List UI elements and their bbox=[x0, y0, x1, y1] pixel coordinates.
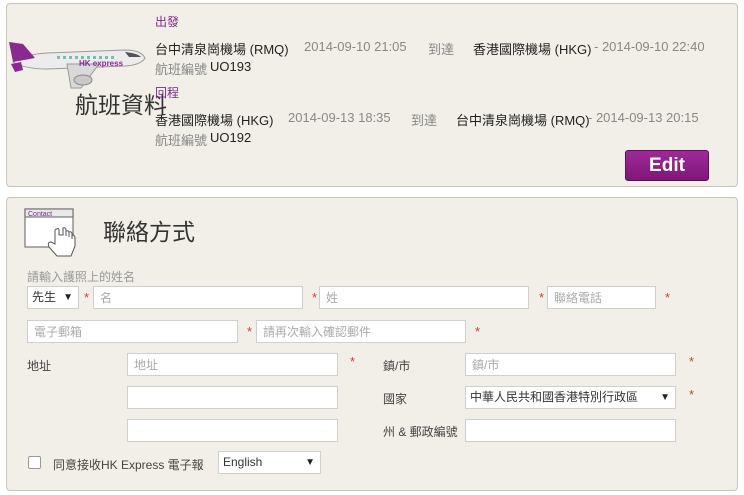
required-mark: * bbox=[475, 324, 481, 339]
return-arrive-time: - 2014-09-13 20:15 bbox=[588, 110, 699, 125]
outbound-from: 台中清泉崗機場 (RMQ) bbox=[155, 42, 289, 57]
return-to: 台中清泉崗機場 (RMQ) bbox=[456, 113, 590, 128]
dropdown-arrow-icon: ▼ bbox=[660, 392, 670, 403]
state-zip-input[interactable] bbox=[465, 419, 676, 442]
required-mark: * bbox=[350, 354, 356, 369]
email-input[interactable] bbox=[27, 320, 238, 343]
required-mark: * bbox=[247, 324, 253, 339]
required-mark: * bbox=[84, 290, 90, 305]
outbound-arrive-time: - 2014-09-10 22:40 bbox=[594, 39, 705, 54]
city-input[interactable] bbox=[465, 353, 676, 376]
city-label: 鎮/市 bbox=[383, 359, 411, 373]
return-from: 香港國際機場 (HKG) bbox=[155, 113, 274, 128]
first-name-input[interactable] bbox=[93, 286, 303, 309]
newsletter-checkbox[interactable] bbox=[28, 456, 41, 469]
country-select[interactable]: 中華人民共和國香港特別行政區 ▼ bbox=[465, 386, 676, 409]
outbound-to: 香港國際機場 (HKG) bbox=[473, 42, 592, 57]
address-line3-input[interactable] bbox=[127, 419, 338, 442]
return-depart-time: 2014-09-13 18:35 bbox=[288, 110, 391, 125]
outbound-flight-no-label: 航班編號 bbox=[155, 62, 208, 77]
required-mark: * bbox=[689, 387, 695, 402]
language-select[interactable]: English ▼ bbox=[218, 451, 321, 474]
outbound-label: 出發 bbox=[155, 15, 180, 29]
return-flight-no: UO192 bbox=[210, 130, 252, 145]
hk-express-plane-icon: HK express bbox=[9, 42, 146, 89]
outbound-arrive-label: 到達 bbox=[428, 42, 455, 57]
language-select-value: English bbox=[223, 455, 263, 469]
required-mark: * bbox=[539, 290, 545, 305]
country-label: 國家 bbox=[383, 392, 408, 406]
country-select-value: 中華人民共和國香港特別行政區 bbox=[470, 390, 639, 404]
flight-info-panel: HK express 航班資料 出發 台中清泉崗機場 (RMQ) 2014-09… bbox=[6, 3, 738, 187]
address-label: 地址 bbox=[27, 359, 52, 373]
contact-icon-label: Contact bbox=[28, 211, 52, 218]
plane-logo-text: HK express bbox=[79, 59, 124, 68]
title-select-value: 先生 bbox=[32, 290, 57, 304]
contact-hand-icon: Contact bbox=[24, 208, 76, 257]
address-line2-input[interactable] bbox=[127, 386, 338, 409]
required-mark: * bbox=[312, 290, 318, 305]
newsletter-label: 同意接收HK Express 電子報 bbox=[53, 458, 204, 472]
outbound-depart-time: 2014-09-10 21:05 bbox=[304, 39, 407, 54]
outbound-flight-no: UO193 bbox=[210, 59, 252, 74]
return-flight-no-label: 航班編號 bbox=[155, 133, 208, 148]
email-confirm-input[interactable] bbox=[256, 320, 466, 343]
address-line1-input[interactable] bbox=[127, 353, 338, 376]
required-mark: * bbox=[665, 290, 671, 305]
phone-input[interactable] bbox=[547, 286, 656, 309]
return-label: 回程 bbox=[155, 86, 180, 100]
return-arrive-label: 到達 bbox=[411, 113, 438, 128]
edit-flight-button[interactable]: Edit bbox=[625, 150, 709, 181]
flight-section-title: 航班資料 bbox=[75, 92, 167, 118]
contact-panel: Contact 聯絡方式 請輸入護照上的姓名 先生 ▼ * * * * * * … bbox=[6, 197, 738, 491]
dropdown-arrow-icon: ▼ bbox=[305, 457, 315, 468]
title-select[interactable]: 先生 ▼ bbox=[27, 286, 79, 309]
required-mark: * bbox=[689, 354, 695, 369]
dropdown-arrow-icon: ▼ bbox=[63, 292, 73, 303]
name-hint: 請輸入護照上的姓名 bbox=[27, 270, 136, 284]
state-zip-label: 州 & 郵政編號 bbox=[383, 425, 458, 439]
last-name-input[interactable] bbox=[319, 286, 529, 309]
contact-section-title: 聯絡方式 bbox=[103, 219, 195, 245]
